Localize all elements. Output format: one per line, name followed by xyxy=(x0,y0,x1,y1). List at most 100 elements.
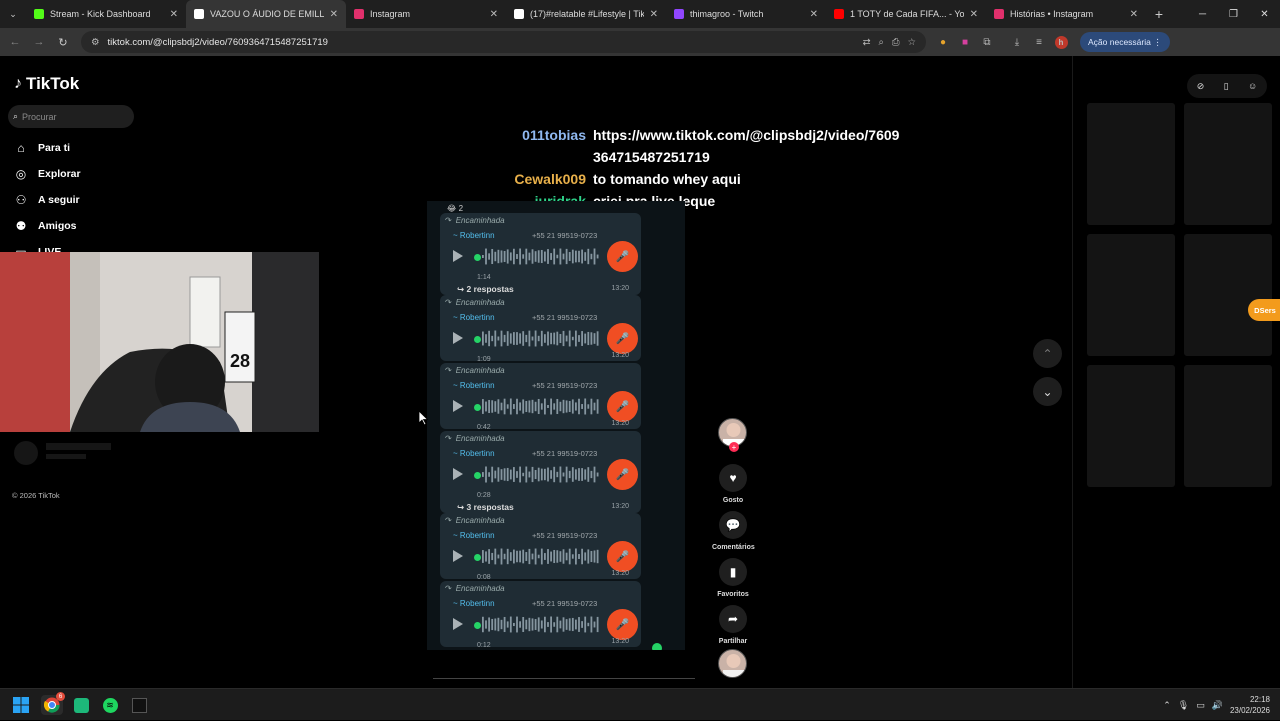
coins-icon[interactable]: ⊘ xyxy=(1197,81,1205,92)
suggested-tile[interactable] xyxy=(1087,234,1175,356)
spotify-taskbar-icon[interactable]: ≋ xyxy=(100,695,120,715)
favorites-label: Favoritos xyxy=(717,591,749,598)
like-label: Gosto xyxy=(722,497,744,504)
sidebar-item-explorar[interactable]: ◎ Explorar xyxy=(14,167,81,181)
tab-favicon-icon xyxy=(354,9,364,19)
clock-time: 22:18 xyxy=(1249,695,1270,704)
sidebar-item-amigos[interactable]: ⚉ Amigos xyxy=(14,219,77,233)
suggested-tile[interactable] xyxy=(1087,103,1175,225)
restore-button[interactable]: ❐ xyxy=(1218,0,1249,28)
tray-chevron-icon[interactable]: ⌃ xyxy=(1163,700,1171,711)
audio-duration: 1:09 xyxy=(477,356,491,363)
reload-button[interactable]: ↻ xyxy=(51,30,75,54)
forward-button[interactable]: → xyxy=(27,30,51,54)
tab-close-icon[interactable]: ✕ xyxy=(170,9,178,20)
share-button[interactable]: ➦ Partilhar xyxy=(712,605,754,645)
next-video-button[interactable]: ⌄ xyxy=(1033,377,1062,406)
tab-close-icon[interactable]: ✕ xyxy=(330,9,338,20)
downloads-icon[interactable]: ⤓ xyxy=(1006,31,1028,53)
forwarded-label: ↷ Encaminhada xyxy=(445,298,505,307)
back-button[interactable]: ← xyxy=(3,30,27,54)
playhead-dot xyxy=(474,404,481,411)
tab-title: 1 TOTY de Cada FIFA... - YouTu xyxy=(850,9,964,19)
browser-tab[interactable]: Stream - Kick Dashboard ✕ xyxy=(26,0,186,28)
bookmark-star-icon[interactable]: ☆ xyxy=(907,37,916,48)
device-icon[interactable]: ▯ xyxy=(1224,81,1229,92)
search-placeholder: Procurar xyxy=(22,111,57,122)
minimize-button[interactable]: ─ xyxy=(1187,0,1218,28)
sender-name: ~ Robertinn xyxy=(453,531,495,540)
close-window-button[interactable]: ✕ xyxy=(1249,0,1280,28)
follow-plus-icon[interactable]: + xyxy=(729,442,739,452)
sidebar-item-label: Explorar xyxy=(38,168,81,180)
sidebar-item-a-seguir[interactable]: ⚇ A seguir xyxy=(14,193,80,207)
tab-close-icon[interactable]: ✕ xyxy=(490,9,498,20)
message-time: 13:20 xyxy=(611,420,629,427)
sidebar-item-label: Para ti xyxy=(38,142,71,154)
windows-start-icon[interactable] xyxy=(11,695,31,715)
action-needed-button[interactable]: Ação necessária ⋮ xyxy=(1080,32,1170,52)
like-button[interactable]: ♥ Gosto xyxy=(712,464,754,504)
browser-tab[interactable]: thimagroo - Twitch ✕ xyxy=(666,0,826,28)
tab-close-icon[interactable]: ✕ xyxy=(970,9,978,20)
video-progress-bar[interactable] xyxy=(433,678,695,679)
forward-arrow-icon: ↷ xyxy=(445,434,452,443)
sidebar-item-label: Amigos xyxy=(38,220,77,232)
browser-tab[interactable]: Histórias • Instagram ✕ xyxy=(986,0,1146,28)
sidebar-item-para-ti[interactable]: ⌂ Para ti xyxy=(14,141,70,155)
network-icon[interactable]: ▭ xyxy=(1196,700,1205,711)
forward-arrow-icon: ↷ xyxy=(445,584,452,593)
extension-color-icon[interactable]: ● xyxy=(932,31,954,53)
message-time: 13:20 xyxy=(611,570,629,577)
suggested-tile[interactable] xyxy=(1184,365,1272,487)
tab-close-icon[interactable]: ✕ xyxy=(1130,9,1138,20)
audio-duration: 0:12 xyxy=(477,642,491,649)
extensions-puzzle-icon[interactable]: ⧉ xyxy=(976,31,998,53)
sender-name: ~ Robertinn xyxy=(453,449,495,458)
clock[interactable]: 22:18 23/02/2026 xyxy=(1230,694,1270,716)
tab-close-icon[interactable]: ✕ xyxy=(810,9,818,20)
sender-name: ~ Robertinn xyxy=(453,313,495,322)
suggested-tile[interactable] xyxy=(1087,365,1175,487)
previous-video-button[interactable]: ⌃ xyxy=(1033,339,1062,368)
play-icon xyxy=(453,400,463,412)
browser-tab[interactable]: 1 TOTY de Cada FIFA... - YouTu ✕ xyxy=(826,0,986,28)
user-avatar[interactable]: ☺ xyxy=(1248,81,1257,91)
obs-taskbar-icon[interactable] xyxy=(129,695,149,715)
volume-icon[interactable]: 🔊 xyxy=(1212,700,1223,711)
address-bar[interactable]: ⚙ tiktok.com/@clipsbdj2/video/7609364715… xyxy=(81,31,926,53)
suggested-tile[interactable] xyxy=(1184,103,1272,225)
bookmark-icon: ▮ xyxy=(719,558,747,586)
browser-tab[interactable]: Instagram ✕ xyxy=(346,0,506,28)
zoom-icon[interactable]: ⌕ xyxy=(879,37,884,48)
tab-close-icon[interactable]: ✕ xyxy=(650,9,658,20)
search-input[interactable]: ⌕ Procurar xyxy=(8,105,134,128)
audio-duration: 0:28 xyxy=(477,492,491,499)
video-player[interactable]: 😂 2 ↷ Encaminhada ~ Robertinn +55 21 99519-… xyxy=(427,201,685,650)
microphone-icon: 🎤 xyxy=(607,241,638,272)
share-label: Partilhar xyxy=(718,638,748,645)
suggested-tile[interactable] xyxy=(1184,234,1272,356)
app-taskbar-icon[interactable] xyxy=(71,695,91,715)
tab-search-button[interactable]: ⌄ xyxy=(0,0,26,28)
right-panel: ⊘ ▯ ☺ xyxy=(1072,56,1280,688)
chrome-taskbar-icon[interactable]: 6 xyxy=(41,692,65,715)
browser-tab[interactable]: (17)#relatable #Lifestyle | TikTo ✕ xyxy=(506,0,666,28)
copyright-text: © 2026 TikTok xyxy=(12,491,60,500)
browser-tab[interactable]: VAZOU O ÁUDIO DE EMILLY FE ✕ xyxy=(186,0,346,28)
extension-pink-icon[interactable]: ■ xyxy=(954,31,976,53)
translate-icon[interactable]: ⇄ xyxy=(863,37,871,48)
new-tab-button[interactable]: + xyxy=(1146,0,1172,28)
sound-avatar[interactable] xyxy=(718,649,747,678)
dsers-extension-badge[interactable]: DSers xyxy=(1248,299,1280,321)
install-icon[interactable]: ⎙ xyxy=(892,37,900,48)
profile-avatar[interactable]: h xyxy=(1050,31,1072,53)
tiktok-logo[interactable]: ♪ TikTok xyxy=(14,74,79,94)
comments-button[interactable]: 💬 Comentários xyxy=(712,511,755,551)
microphone-icon[interactable]: 🎙 xyxy=(1178,700,1189,711)
favorites-button[interactable]: ▮ Favoritos xyxy=(712,558,754,598)
tab-title: Histórias • Instagram xyxy=(1010,9,1094,19)
media-control-icon[interactable]: ≡ xyxy=(1028,31,1050,53)
svg-text:28: 28 xyxy=(230,351,250,371)
site-info-icon[interactable]: ⚙ xyxy=(91,37,100,48)
